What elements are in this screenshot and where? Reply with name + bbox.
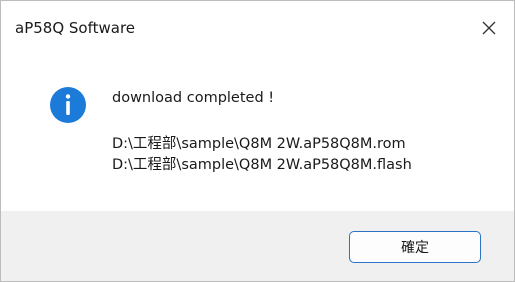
message-text: download completed ! <box>112 90 275 106</box>
title-bar: aP58Q Software <box>1 1 514 53</box>
button-bar: 確定 <box>1 211 514 281</box>
message-dialog: aP58Q Software download completed ! D:\工… <box>0 0 515 282</box>
ok-button[interactable]: 確定 <box>349 231 481 263</box>
window-title: aP58Q Software <box>15 19 136 37</box>
rom-file-path: D:\工程部\sample\Q8M 2W.aP58Q8M.rom <box>112 136 406 152</box>
close-icon <box>482 21 496 35</box>
ok-button-label: 確定 <box>401 240 429 256</box>
close-button[interactable] <box>467 11 511 45</box>
info-icon <box>50 87 86 123</box>
flash-file-path: D:\工程部\sample\Q8M 2W.aP58Q8M.flash <box>112 157 412 173</box>
message-area: download completed ! D:\工程部\sample\Q8M 2… <box>1 53 514 211</box>
